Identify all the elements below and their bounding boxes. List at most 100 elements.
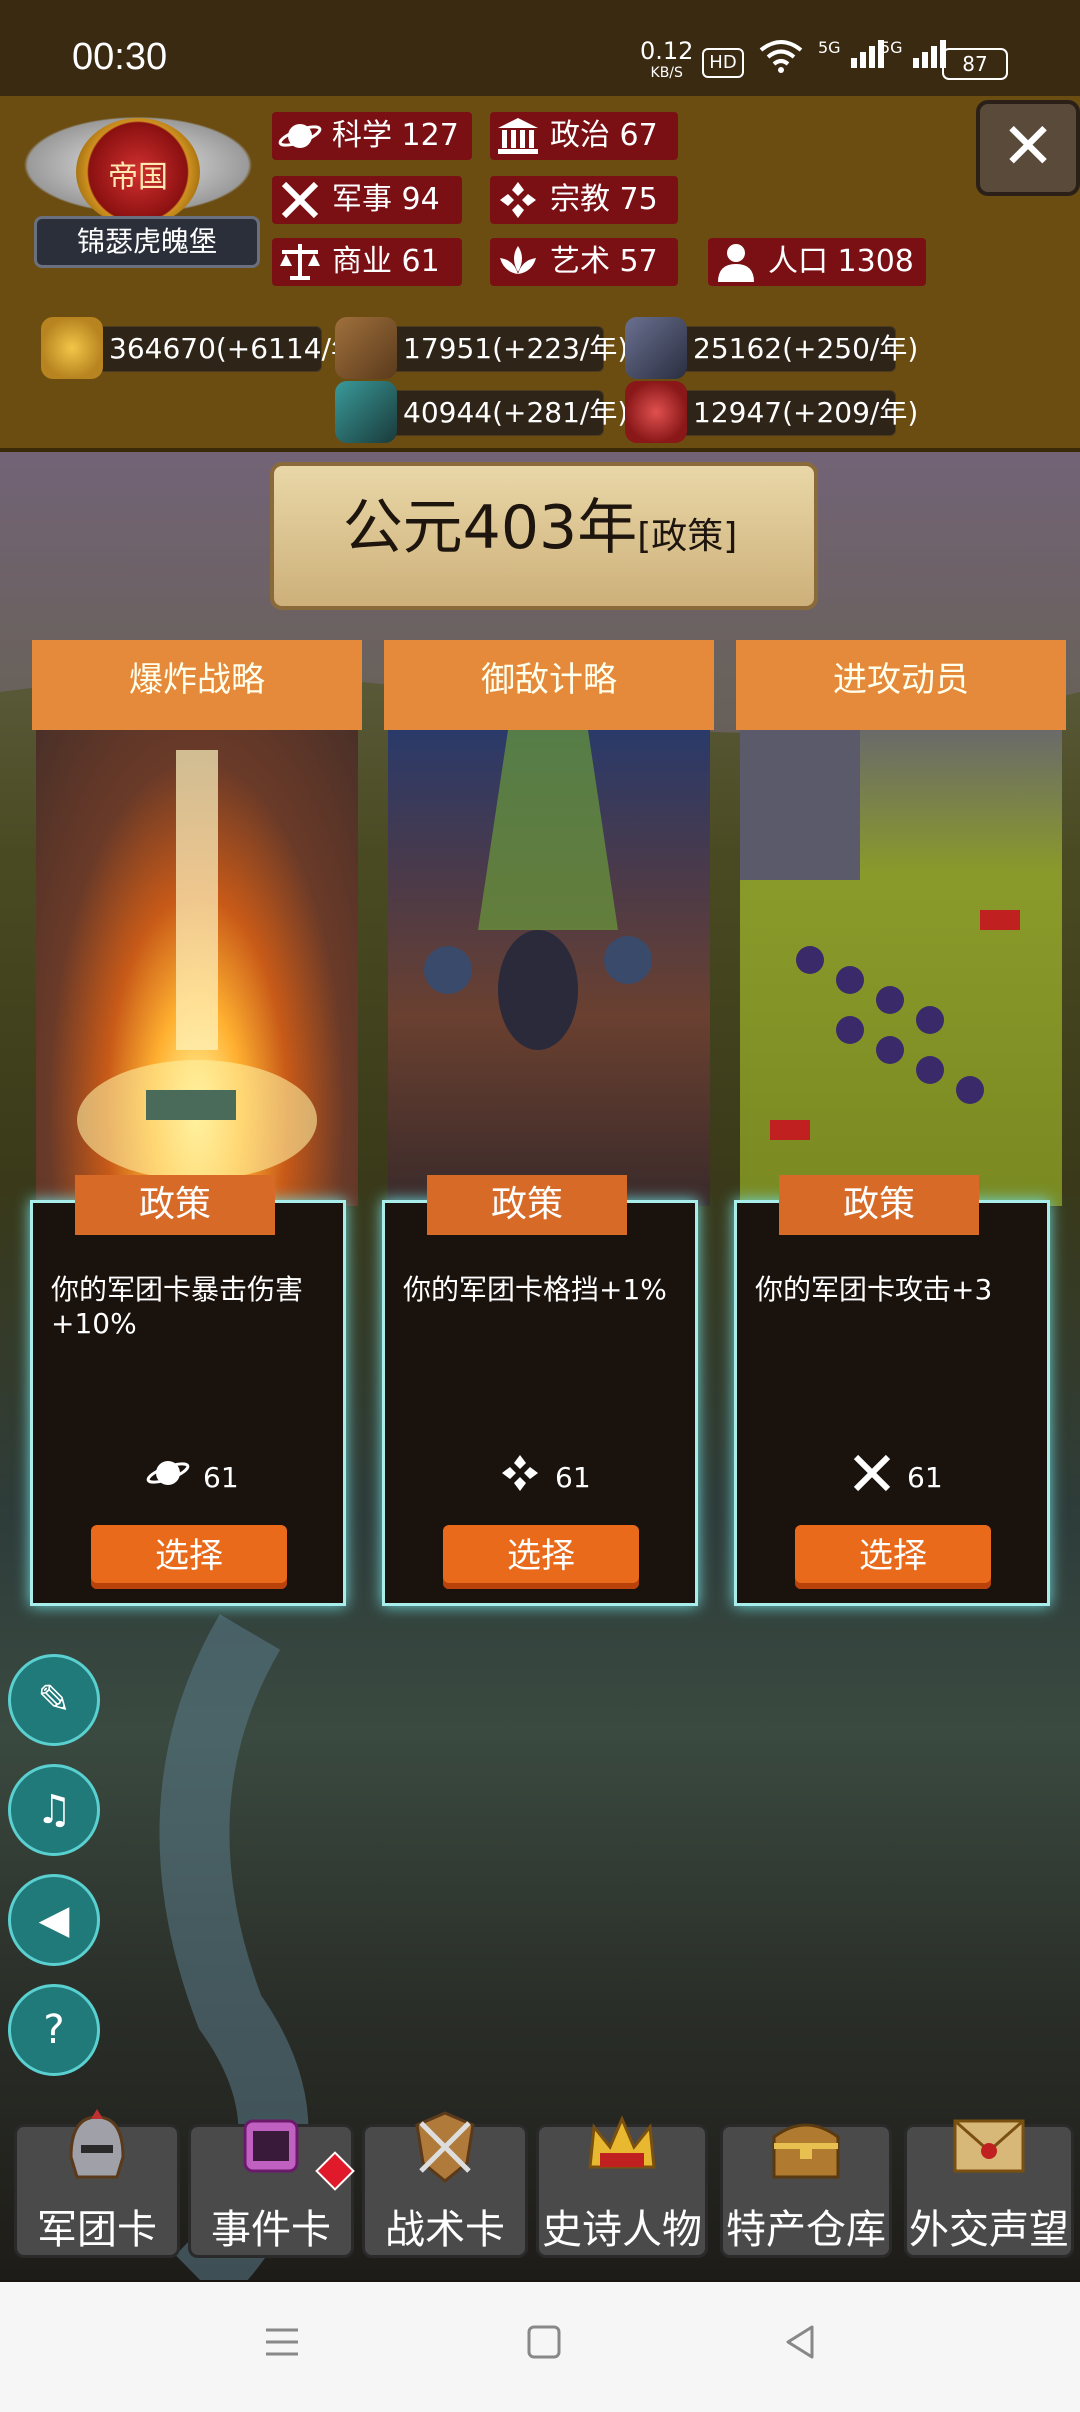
resource-label: 25162(+250/年) [693, 332, 919, 365]
treasure-chest-icon [766, 2107, 846, 2187]
envelope-seal-icon [949, 2107, 1029, 2187]
requirement-value: 61 [203, 1461, 239, 1494]
stat-science: 科学 127 [272, 112, 472, 160]
nav-epic-heroes[interactable]: 史诗人物 [536, 2115, 708, 2258]
nav-label: 外交声望 [909, 2207, 1069, 2253]
net-speed-unit: KB/S [650, 65, 683, 81]
journal-quill-icon: ✎ [37, 1677, 71, 1723]
help-button[interactable]: ? [8, 1984, 100, 2076]
nav-label: 事件卡 [211, 2207, 331, 2253]
year-label: 公元403年 [342, 493, 638, 563]
year-banner-text: 公元403年[政策] [290, 478, 790, 587]
stat-commerce: 商业 61 [272, 238, 462, 286]
government-building-icon [496, 116, 540, 156]
home-icon[interactable] [524, 2322, 564, 2373]
net-speed: 0.12 KB/S [640, 37, 694, 84]
stat-label: 人口 1308 [768, 244, 914, 279]
card-description-panel: 政策 你的军团卡暴击伤害+10% 61 选择 [30, 1175, 346, 1606]
battery-indicator: 87 [942, 48, 1008, 80]
music-toggle-button[interactable]: ♫ [8, 1764, 100, 1856]
policy-card-offense[interactable]: 进攻动员 [736, 640, 1066, 1210]
select-button[interactable]: 选择 [91, 1525, 287, 1589]
stone-ore-icon [625, 317, 687, 379]
policy-card-defense[interactable]: 御敌计略 [384, 640, 714, 1210]
shield-crest-icon [405, 2107, 485, 2187]
resource-label: 364670(+6114/年) [109, 332, 370, 365]
resource-label: 40944(+281/年) [403, 396, 629, 429]
journal-button[interactable]: ✎ [8, 1654, 100, 1746]
policy-card-explosive[interactable]: 爆炸战略 [32, 640, 362, 1210]
stat-label: 商业 61 [332, 244, 440, 279]
card-description-panel: 政策 你的军团卡格挡+1% 61 选择 [382, 1175, 698, 1606]
card-description-panel: 政策 你的军团卡攻击+3 61 选择 [734, 1175, 1050, 1606]
phase-label: [政策] [637, 516, 738, 557]
hd-badge: HD [702, 48, 744, 78]
planet-icon [143, 1453, 193, 1503]
card-tag: 政策 [427, 1175, 627, 1235]
stat-label: 科学 127 [332, 118, 459, 153]
resource-label: 12947(+209/年) [693, 396, 919, 429]
speaker-icon: ◀ [38, 1897, 70, 1943]
stat-population: 人口 1308 [708, 238, 926, 286]
stat-military: 军事 94 [272, 176, 462, 224]
resource-food: 12947(+209/年) [625, 381, 918, 443]
card-description: 你的军团卡格挡+1% [403, 1273, 667, 1306]
nav-label: 史诗人物 [542, 2207, 702, 2253]
nav-specialty-warehouse[interactable]: 特产仓库 [720, 2123, 892, 2258]
close-button[interactable]: ✕ [976, 100, 1080, 196]
resource-gold: 364670(+6114/年) [41, 317, 370, 379]
resource-iron: 40944(+281/年) [335, 381, 628, 443]
card-title: 御敌计略 [384, 640, 714, 730]
resource-wood: 17951(+223/年) [335, 317, 628, 379]
sound-button[interactable]: ◀ [8, 1874, 100, 1966]
gold-coins-icon [41, 317, 103, 379]
card-tag: 政策 [779, 1175, 979, 1235]
wood-logs-icon [335, 317, 397, 379]
stat-politics: 政治 67 [490, 112, 678, 160]
explosion-artwork [36, 730, 358, 1206]
net-speed-value: 0.12 [640, 37, 694, 65]
religion-cross-icon [496, 180, 540, 220]
signal-icon: 5G [880, 38, 949, 75]
nav-legion-cards[interactable]: 军团卡 [14, 2109, 180, 2258]
status-bar: 00:30 0.12 KB/S HD 5G 5G 87 [0, 0, 1080, 96]
close-icon: ✕ [1001, 110, 1055, 184]
religion-cross-icon [495, 1453, 545, 1503]
crystal-iron-icon [335, 381, 397, 443]
nav-label: 军团卡 [37, 2207, 157, 2253]
signal-label: 5G [880, 38, 903, 57]
stat-label: 艺术 57 [550, 244, 658, 279]
help-icon: ? [43, 2007, 65, 2053]
nav-label: 战术卡 [385, 2207, 505, 2253]
signal-label: 5G [818, 38, 841, 57]
empire-title: 帝国 [108, 160, 168, 195]
resource-stone: 25162(+250/年) [625, 317, 918, 379]
battle-artwork [388, 730, 710, 1206]
menu-icon[interactable] [262, 2322, 302, 2373]
resource-label: 17951(+223/年) [403, 332, 629, 365]
back-icon[interactable] [780, 2322, 820, 2373]
meat-food-icon [625, 381, 687, 443]
empire-name: 锦瑟虎魄堡 [34, 216, 260, 268]
nav-event-cards[interactable]: 事件卡 [188, 2119, 355, 2258]
requirement-value: 61 [907, 1461, 943, 1494]
card-description: 你的军团卡攻击+3 [755, 1273, 993, 1306]
stat-art: 艺术 57 [490, 238, 678, 286]
music-muted-icon: ♫ [36, 1787, 72, 1833]
nav-diplomatic-prestige[interactable]: 外交声望 [904, 2119, 1074, 2258]
requirement-value: 61 [555, 1461, 591, 1494]
planet-icon [278, 116, 322, 156]
stat-label: 宗教 75 [550, 182, 658, 217]
card-tag: 政策 [75, 1175, 275, 1235]
stat-religion: 宗教 75 [490, 176, 678, 224]
nav-tactic-cards[interactable]: 战术卡 [362, 2111, 528, 2258]
crown-icon [582, 2107, 662, 2187]
select-button[interactable]: 选择 [443, 1525, 639, 1589]
nav-label: 特产仓库 [726, 2207, 886, 2253]
select-button[interactable]: 选择 [795, 1525, 991, 1589]
stat-label: 军事 94 [332, 182, 440, 217]
notification-badge-icon [315, 2151, 355, 2191]
empire-emblem[interactable]: 帝国 锦瑟虎魄堡 [8, 100, 268, 280]
card-title: 爆炸战略 [32, 640, 362, 730]
lotus-art-icon [496, 242, 540, 282]
